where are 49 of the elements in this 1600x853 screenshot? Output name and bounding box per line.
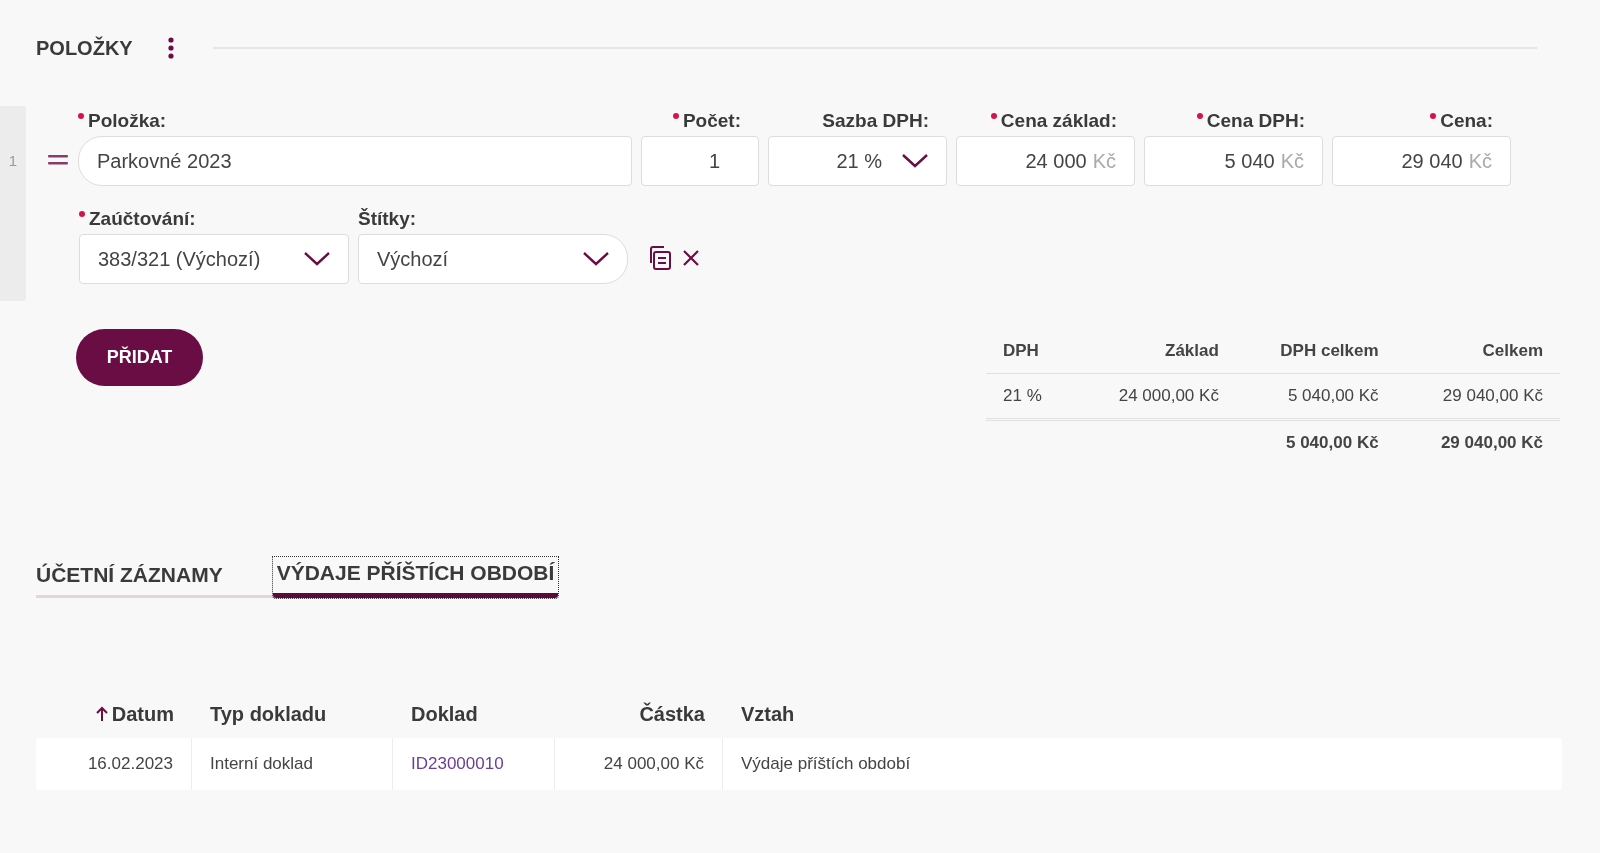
table-cell: 24 000,00 Kč (603, 754, 704, 774)
drag-handle-icon[interactable] (48, 154, 68, 166)
total-value: 29 040,00 Kč (1440, 433, 1543, 452)
dropdown-field[interactable]: Výchozí (358, 234, 628, 284)
input-field[interactable]: 5 040 Kč (1144, 136, 1323, 186)
table-cell: 16.02.2023 (87, 754, 173, 774)
column-header[interactable]: Datum (111, 702, 174, 726)
column-header[interactable]: Částka (639, 702, 705, 726)
copy-icon[interactable] (647, 245, 673, 271)
field-label: Cena: (1332, 106, 1511, 136)
row-number: 1 (8, 152, 18, 170)
field-label: Sazba DPH: (821, 109, 930, 133)
input-field[interactable]: 29 040 Kč (1332, 136, 1511, 186)
input-field[interactable]: Parkovné 2023 (78, 136, 632, 186)
close-icon[interactable] (682, 249, 700, 267)
chevron-down-icon (583, 252, 609, 266)
table-cell: 5 040,00 Kč (1235, 373, 1396, 420)
column-header: Základ (1073, 329, 1236, 374)
field-label: Cena základ: (956, 106, 1135, 136)
field-label: Zaúčtování: (79, 204, 349, 234)
section-title: POLOŽKY (36, 36, 133, 60)
total-value: 5 040,00 Kč (1286, 433, 1379, 452)
field-label: Štítky: (358, 207, 418, 231)
chevron-down-icon (902, 154, 928, 168)
dropdown-field[interactable]: 383/321 (Výchozí) (79, 234, 349, 284)
table-cell: Výdaje příštích období (741, 754, 911, 774)
table-cell: 21 % (986, 373, 1074, 420)
field-label: Cena DPH: (1144, 106, 1323, 136)
table-cell: Interní doklad (210, 754, 313, 774)
column-header[interactable]: Vztah (741, 702, 795, 726)
column-header: Celkem (1395, 329, 1560, 374)
add-button[interactable]: PŘIDAT (76, 329, 203, 386)
vat-rate-dropdown[interactable]: 21 % (768, 136, 947, 186)
tab[interactable]: VÝDAJE PŘÍŠTÍCH OBDOBÍ (272, 557, 559, 598)
sort-arrow-icon[interactable] (95, 706, 108, 722)
input-field[interactable]: 24 000 Kč (956, 136, 1135, 186)
column-header: DPH celkem (1235, 329, 1396, 374)
column-header: DPH (986, 329, 1074, 374)
input-field[interactable]: 1 (641, 136, 759, 186)
tab[interactable]: ÚČETNÍ ZÁZNAMY (36, 557, 273, 598)
chevron-down-icon (304, 252, 330, 266)
column-header[interactable]: Typ dokladu (210, 702, 327, 726)
field-label: Počet: (641, 106, 759, 136)
more-options-icon[interactable] (166, 36, 175, 60)
column-header[interactable]: Doklad (411, 702, 478, 726)
table-cell: 24 000,00 Kč (1073, 373, 1236, 420)
field-label: Položka: (78, 106, 632, 136)
document-link[interactable]: ID23000010 (411, 754, 504, 774)
table-cell: 29 040,00 Kč (1395, 373, 1560, 420)
